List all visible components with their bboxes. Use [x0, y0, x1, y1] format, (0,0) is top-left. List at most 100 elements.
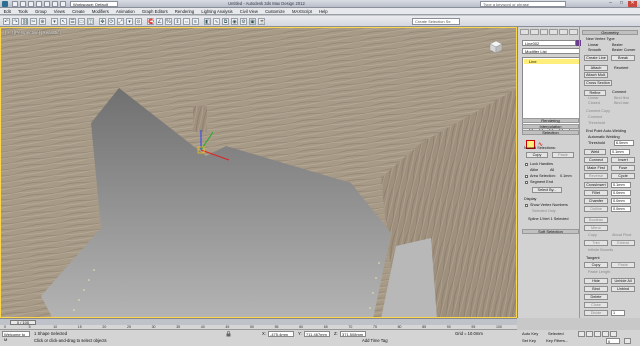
time-slider[interactable]: 0 / 100 [0, 318, 517, 325]
mirror-icon[interactable]: ⇔ [183, 18, 190, 25]
object-name-field[interactable]: Line002 [522, 40, 576, 46]
menu-group[interactable]: Group [31, 8, 50, 14]
help-search-input[interactable]: Type a keyword or phrase [480, 1, 566, 7]
bind-last-checkbox[interactable]: Bind last [614, 101, 629, 105]
fillet-spinner[interactable]: 0.0mm [611, 190, 631, 196]
outline-spinner[interactable]: 0.0mm [611, 206, 631, 212]
about-pivot-checkbox[interactable]: About Pivot [612, 233, 631, 237]
modify-tab-icon[interactable] [529, 29, 539, 35]
divide-spinner[interactable]: 1 [611, 310, 625, 316]
schematic-icon[interactable]: ⧉ [222, 18, 229, 25]
region-icon[interactable]: ▭ [78, 18, 85, 25]
menu-help[interactable]: Help [315, 8, 331, 14]
minimize-button[interactable]: – [606, 1, 615, 7]
weld-button[interactable]: Weld [584, 149, 606, 155]
rotate-icon[interactable]: ⟳ [108, 18, 115, 25]
rollout-geometry[interactable]: Geometry [582, 30, 638, 35]
crossinsert-spinner[interactable]: 0.1mm [611, 182, 631, 188]
percent-snap-icon[interactable]: % [165, 18, 172, 25]
x-coord-field[interactable]: -475.4mm [268, 331, 294, 337]
chamfer-spinner[interactable]: 0.0mm [611, 198, 631, 204]
new-file-icon[interactable] [12, 1, 18, 7]
unlink-icon[interactable]: ✂ [30, 18, 37, 25]
select-filter-icon[interactable]: ▾ [51, 18, 58, 25]
window-crossing-icon[interactable]: ◫ [87, 18, 94, 25]
material-editor-icon[interactable]: ◉ [231, 18, 238, 25]
viewcube-icon[interactable] [489, 40, 503, 54]
time-configuration-icon[interactable] [624, 338, 631, 344]
unhide-all-button[interactable]: Unhide All [611, 278, 635, 284]
break-button[interactable]: Break [611, 55, 635, 61]
spinner-snap-icon[interactable]: ⇕ [174, 18, 181, 25]
delete-button[interactable]: Delete [584, 294, 608, 300]
weld-threshold-spinner[interactable]: 6.0mm [614, 140, 634, 146]
viewport-label[interactable]: [ + ] [Perspective] [Realistic] [5, 30, 61, 35]
fillet-button[interactable]: Fillet [584, 190, 608, 196]
selected-only-checkbox[interactable]: Selected Only [532, 209, 556, 213]
align-icon[interactable]: ≡ [192, 18, 199, 25]
z-coord-field[interactable]: 371.508mm [340, 331, 366, 337]
maximize-button[interactable]: □ [617, 1, 626, 7]
hide-button[interactable]: Hide [584, 278, 608, 284]
rollout-rendering[interactable]: Rendering [522, 118, 579, 123]
open-file-icon[interactable] [20, 1, 26, 7]
rendered-frame-icon[interactable]: ▣ [249, 18, 256, 25]
attach-mult-button[interactable]: Attach Mult. [584, 72, 608, 78]
rollout-selection[interactable]: Selection [522, 130, 579, 135]
crossinsert-button[interactable]: CrossInsert [584, 182, 608, 188]
play-icon[interactable] [594, 331, 601, 337]
hierarchy-tab-icon[interactable] [539, 29, 549, 35]
reverse-button[interactable]: Reverse [584, 173, 608, 179]
maxscript-listener-input[interactable]: Welcome to M [2, 331, 30, 342]
selection-lock-icon[interactable] [226, 331, 231, 337]
boolean-button[interactable]: Boolean [584, 217, 608, 223]
menu-civil-view[interactable]: Civil View [236, 8, 261, 14]
save-file-icon[interactable] [28, 1, 34, 7]
scale-icon[interactable]: ⤢ [117, 18, 124, 25]
link-icon[interactable]: ⛓ [21, 18, 28, 25]
fetch-icon[interactable] [60, 1, 66, 7]
bind-button[interactable]: Bind [584, 286, 608, 292]
menu-lighting-analysis[interactable]: Lighting Analysis [198, 8, 236, 14]
smooth-radio[interactable]: Smooth [588, 48, 601, 52]
cross-section-button[interactable]: Cross Section [584, 80, 612, 86]
infinite-bounds-checkbox[interactable]: Infinite Bounds [588, 248, 613, 252]
display-tab-icon[interactable] [559, 29, 569, 35]
go-to-start-icon[interactable] [578, 331, 585, 337]
modifier-list-dropdown[interactable]: Modifier List [522, 48, 580, 54]
tangent-copy-button[interactable]: Copy [584, 262, 608, 268]
motion-tab-icon[interactable] [549, 29, 559, 35]
reference-coord-icon[interactable]: ▾ [126, 18, 133, 25]
mirror-button[interactable]: Mirror [584, 225, 608, 231]
bezier-corner-radio[interactable]: Bezier Corner [612, 48, 635, 52]
select-icon[interactable]: ↖ [60, 18, 67, 25]
paste-length-checkbox[interactable]: Paste Length [588, 270, 610, 274]
add-time-tag-button[interactable]: Add Time Tag [362, 338, 388, 343]
redo-quick-icon[interactable] [44, 1, 50, 7]
automatic-welding-checkbox[interactable]: Automatic Welding [588, 135, 620, 139]
menu-graph-editors[interactable]: Graph Editors [138, 8, 171, 14]
connect-button[interactable]: Connect [584, 157, 608, 163]
menu-create[interactable]: Create [69, 8, 89, 14]
modifier-stack[interactable]: Line [522, 57, 580, 125]
key-filters-button[interactable]: Key Filters... [546, 338, 568, 343]
app-logo-icon[interactable] [2, 1, 8, 7]
perspective-viewport[interactable]: [ + ] [Perspective] [Realistic] [0, 27, 517, 318]
show-vertex-numbers-checkbox[interactable] [525, 204, 528, 207]
y-coord-field[interactable]: 711.467mm [304, 331, 330, 337]
tangent-paste-button[interactable]: Paste [611, 262, 635, 268]
trim-button[interactable]: Trim [584, 240, 608, 246]
menu-edit[interactable]: Edit [0, 8, 14, 14]
key-mode-dropdown[interactable]: Selected [548, 331, 564, 336]
copy-checkbox[interactable]: Copy [588, 233, 597, 237]
close-button[interactable]: Close [584, 302, 608, 308]
cycle-button[interactable]: Cycle [611, 173, 635, 179]
menu-customize[interactable]: Customize [261, 8, 288, 14]
alike-radio[interactable]: Alike [530, 168, 538, 172]
insert-button[interactable]: Insert [611, 157, 635, 163]
menu-modifiers[interactable]: Modifiers [88, 8, 112, 14]
make-first-button[interactable]: Make First [584, 165, 608, 171]
previous-frame-icon[interactable] [586, 331, 593, 337]
closed-checkbox[interactable]: Closed [588, 101, 600, 105]
outline-button[interactable]: Outline [584, 206, 608, 212]
